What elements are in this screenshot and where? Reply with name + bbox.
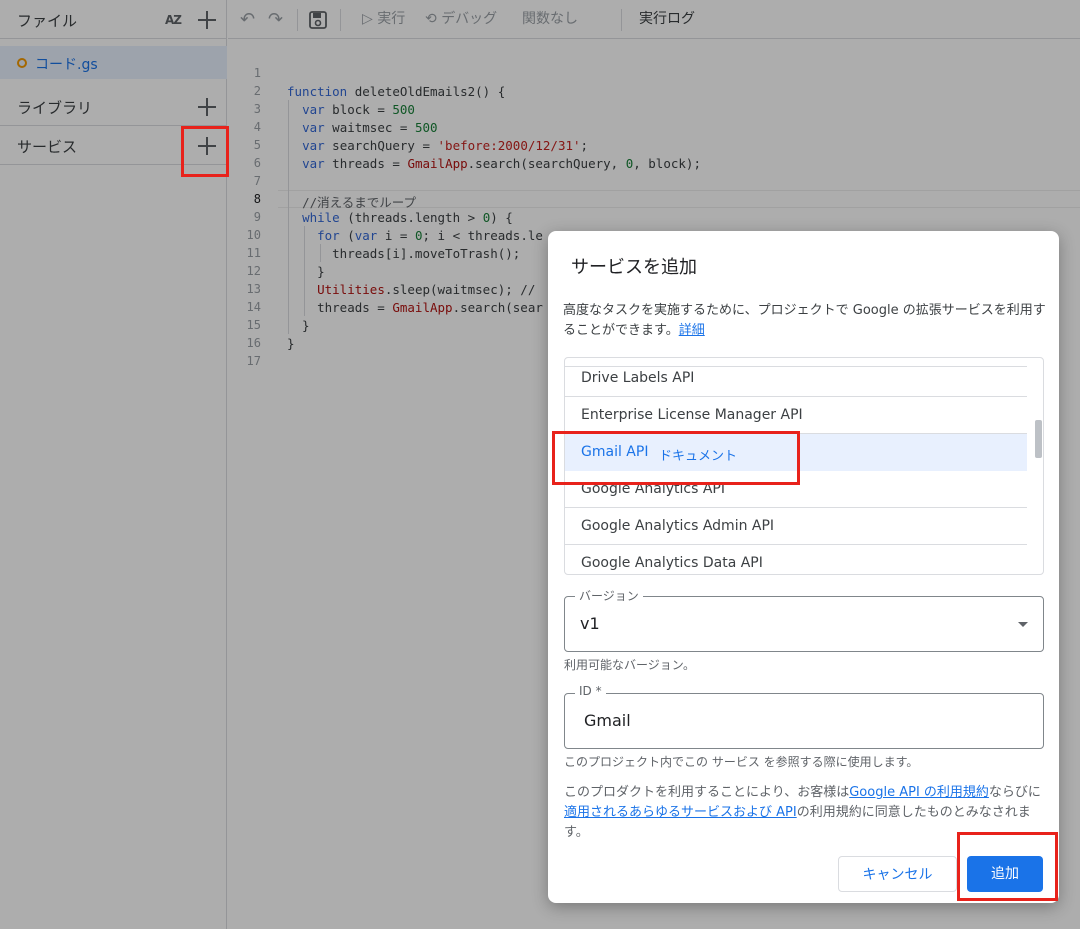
annotation-box-gmail-api <box>552 431 800 485</box>
terms-mid: ならびに <box>988 785 1041 800</box>
id-field[interactable]: ID * Gmail <box>564 684 1044 749</box>
dialog-description: 高度なタスクを実施するために、プロジェクトで Google の拡張サービスを利用… <box>563 301 1048 341</box>
dropdown-arrow-icon <box>1018 622 1028 627</box>
cancel-button[interactable]: キャンセル <box>838 856 957 892</box>
id-label: ID * <box>575 684 606 698</box>
google-api-terms-link[interactable]: Google API の利用規約 <box>849 785 989 800</box>
annotation-box-add-button <box>957 832 1058 901</box>
version-value: v1 <box>580 614 600 633</box>
version-label: バージョン <box>575 587 643 604</box>
api-list-item[interactable]: Drive Labels API <box>565 360 1027 397</box>
list-scrollbar[interactable] <box>1035 420 1042 458</box>
version-select[interactable]: バージョン v1 <box>564 587 1044 652</box>
api-name: Google Analytics Admin API <box>581 518 775 534</box>
api-list-item[interactable]: Google Analytics Data API <box>565 545 1027 574</box>
api-list-item[interactable]: Google Analytics Admin API <box>565 508 1027 545</box>
terms-prefix: このプロダクトを利用することにより、お客様は <box>564 785 850 800</box>
description-text: 高度なタスクを実施するために、プロジェクトで Google の拡張サービスを利用… <box>563 303 1046 338</box>
api-name: Google Analytics Data API <box>581 555 763 571</box>
api-name: Enterprise License Manager API <box>581 407 803 423</box>
api-name: Drive Labels API <box>581 370 695 386</box>
service-terms-link[interactable]: 適用されるあらゆるサービスおよび API <box>564 805 797 820</box>
details-link[interactable]: 詳細 <box>679 323 705 338</box>
add-service-dialog: サービスを追加 高度なタスクを実施するために、プロジェクトで Google の拡… <box>548 231 1059 903</box>
api-list-item[interactable]: Enterprise License Manager API <box>565 397 1027 434</box>
id-value: Gmail <box>584 711 631 730</box>
id-helper: このプロジェクト内でこの サービス を参照する際に使用します。 <box>564 755 919 769</box>
dialog-title: サービスを追加 <box>571 257 697 278</box>
version-helper: 利用可能なバージョン。 <box>564 658 696 672</box>
annotation-box-add-service <box>181 126 229 177</box>
